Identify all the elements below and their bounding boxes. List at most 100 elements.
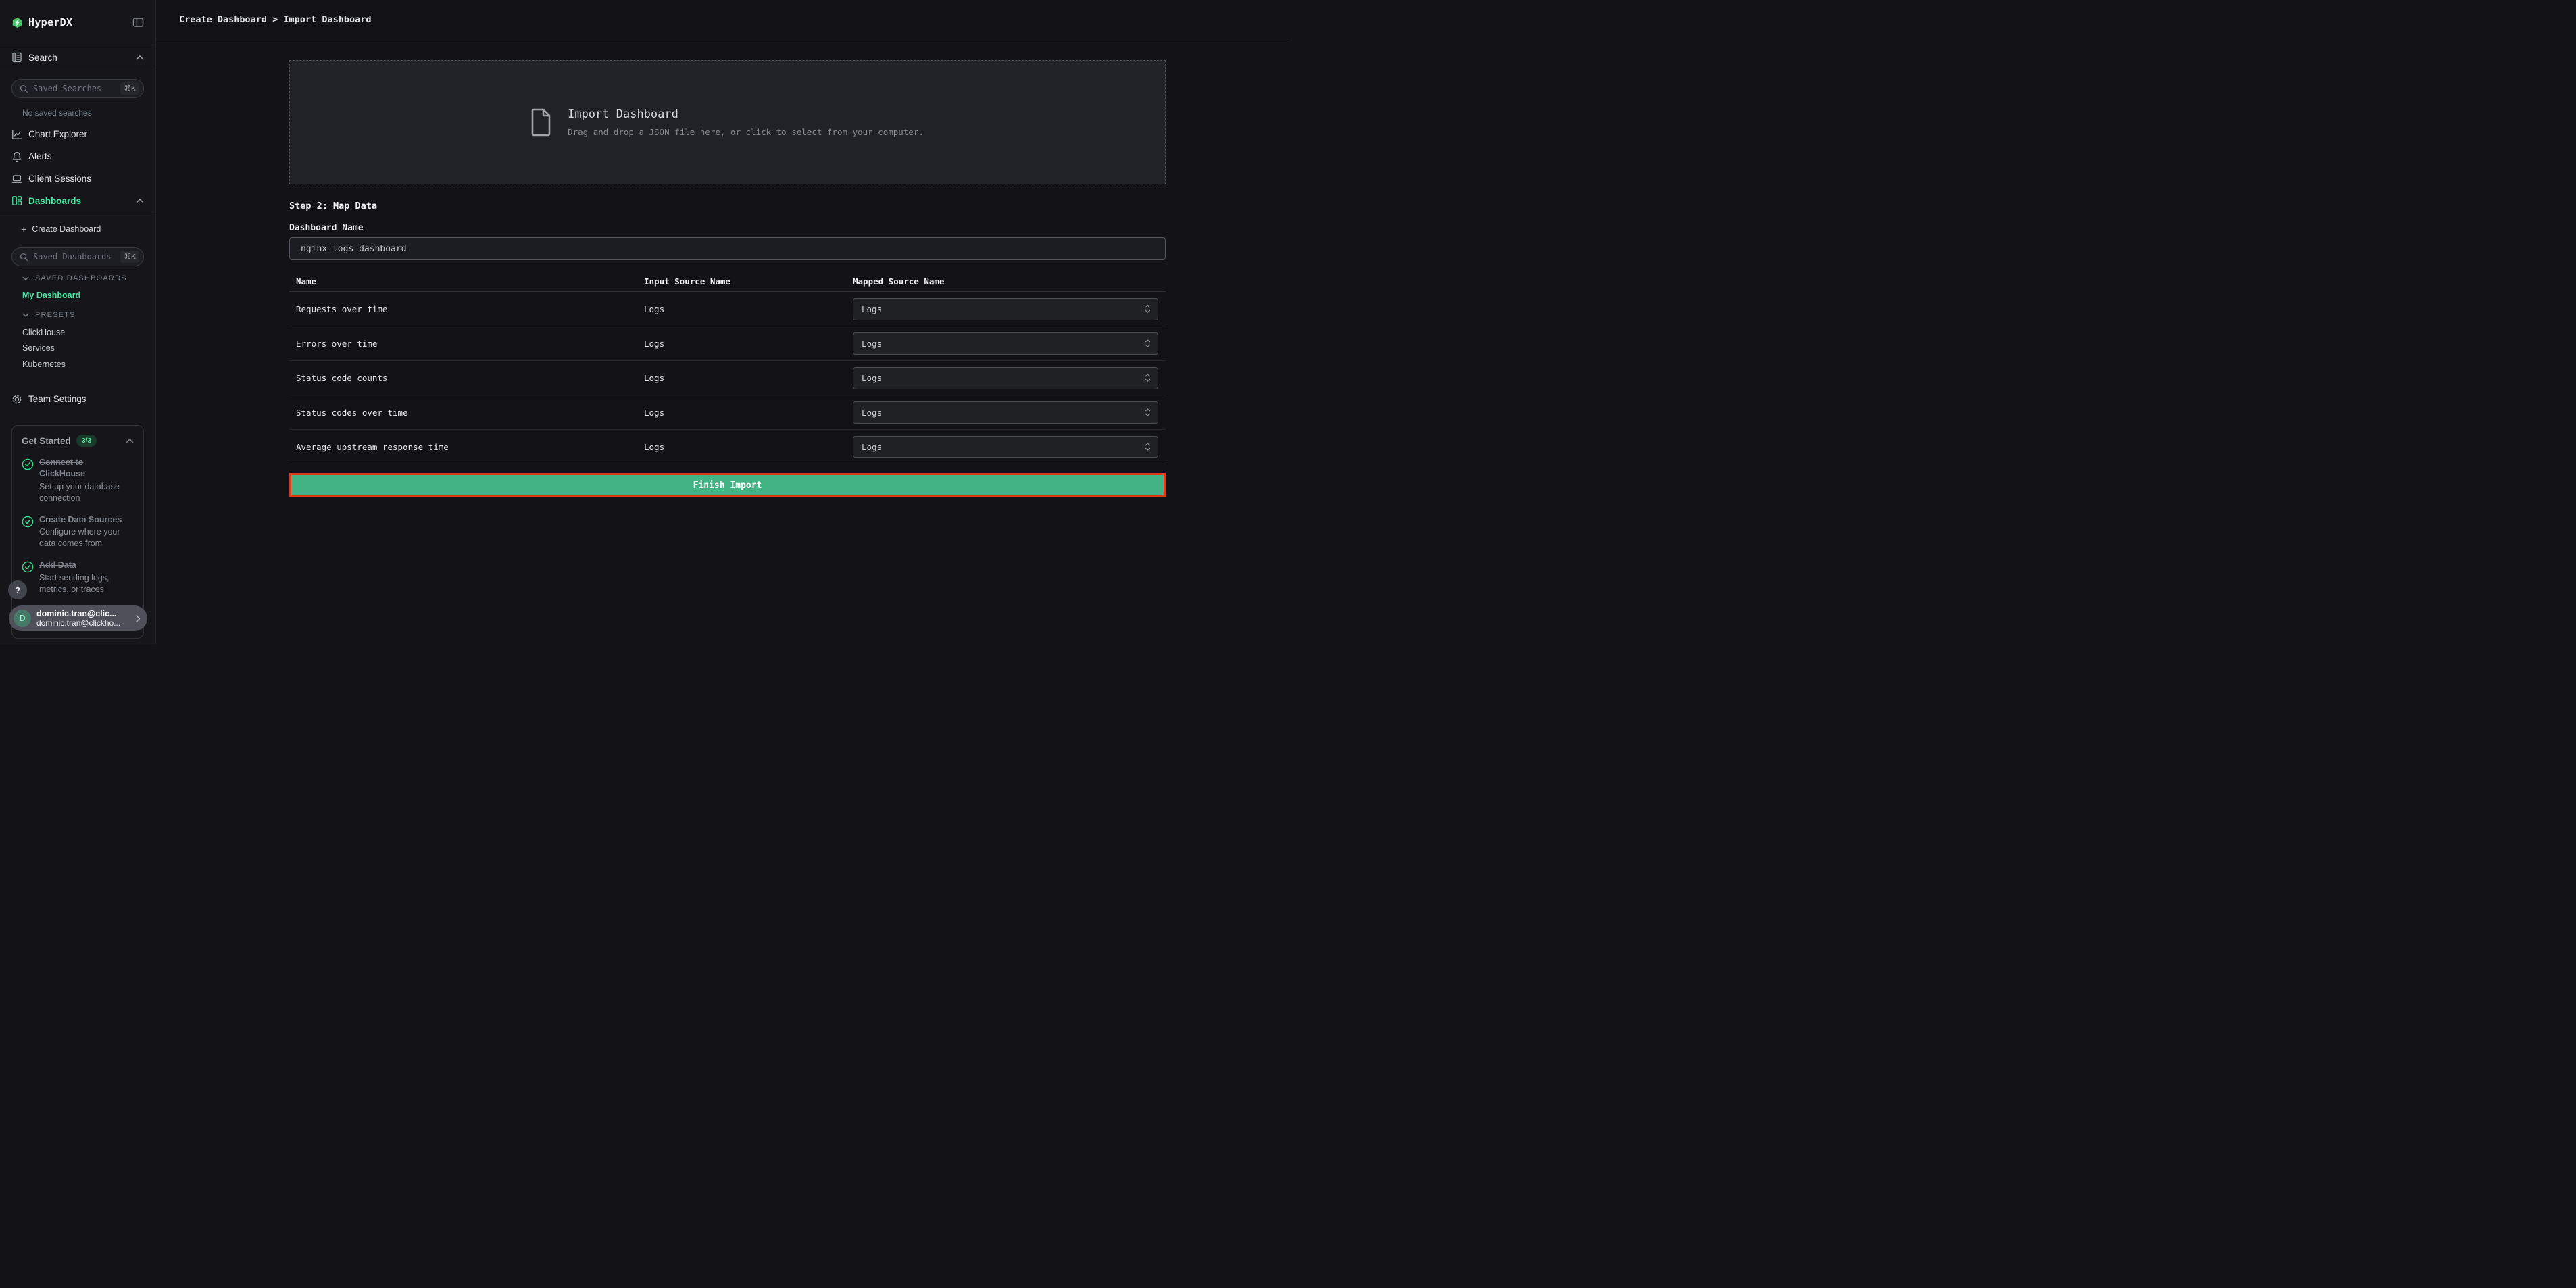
chart-name-cell: Requests over time: [289, 304, 644, 314]
select-chevrons-icon: [1145, 374, 1151, 382]
chart-name-cell: Average upstream response time: [289, 442, 644, 452]
mapped-source-select[interactable]: Logs: [853, 436, 1158, 458]
panel-collapse-icon: [132, 17, 144, 28]
mapped-source-select[interactable]: Logs: [853, 401, 1158, 424]
input-source-cell: Logs: [644, 407, 853, 418]
sidebar-item-client-sessions[interactable]: Client Sessions: [0, 168, 155, 190]
sidebar: HyperDX Search: [0, 0, 156, 644]
chart-line-icon: [11, 129, 22, 140]
create-dashboard-button[interactable]: + Create Dashboard: [0, 218, 155, 240]
preset-link-kubernetes[interactable]: Kubernetes: [22, 360, 66, 369]
sidebar-item-label: Alerts: [28, 151, 52, 162]
get-started-header[interactable]: Get Started 3/3: [22, 435, 134, 447]
plus-icon: +: [21, 224, 26, 234]
user-display-name: dominic.tran@clic...: [36, 609, 132, 618]
check-circle-icon: [22, 514, 39, 550]
get-started-item-add-data[interactable]: Add Data Start sending logs, metrics, or…: [22, 560, 134, 595]
chevron-down-icon: [22, 313, 29, 317]
sidebar-item-label: Client Sessions: [28, 174, 91, 184]
get-started-item-desc: Configure where your data comes from: [39, 526, 134, 549]
saved-dashboards-input[interactable]: [33, 252, 120, 262]
dashboard-name-label: Dashboard Name: [289, 223, 364, 233]
sidebar-section-search[interactable]: Search: [0, 45, 155, 70]
input-source-cell: Logs: [644, 442, 853, 452]
app-root: HyperDX Search: [0, 0, 1288, 644]
presets-group-header[interactable]: PRESETS: [22, 311, 76, 319]
saved-dashboards-group-header[interactable]: SAVED DASHBOARDS: [22, 274, 127, 282]
mapped-source-select[interactable]: Logs: [853, 367, 1158, 389]
sidebar-item-team-settings[interactable]: Team Settings: [0, 388, 155, 410]
get-started-item-desc: Start sending logs, metrics, or traces: [39, 572, 134, 595]
app-title: HyperDX: [28, 16, 72, 28]
column-header-name: Name: [289, 276, 644, 287]
select-value: Logs: [862, 339, 1145, 349]
user-email: dominic.tran@clickho...: [36, 618, 132, 628]
table-row: Errors over time Logs Logs: [289, 326, 1166, 361]
select-chevrons-icon: [1145, 443, 1151, 451]
main-header: Create Dashboard > Import Dashboard: [156, 0, 1288, 39]
mapped-source-select[interactable]: Logs: [853, 332, 1158, 355]
sidebar-section-search-label: Search: [28, 53, 57, 63]
column-header-mapped-source: Mapped Source Name: [853, 276, 1166, 287]
help-button[interactable]: ?: [8, 580, 27, 599]
breadcrumb: Create Dashboard > Import Dashboard: [179, 14, 371, 25]
dashboard-name-input[interactable]: [289, 237, 1166, 260]
group-label: PRESETS: [35, 311, 76, 319]
preset-link-clickhouse[interactable]: ClickHouse: [22, 328, 65, 337]
user-menu[interactable]: D dominic.tran@clic... dominic.tran@clic…: [9, 605, 147, 631]
input-source-cell: Logs: [644, 339, 853, 349]
get-started-item-title: Connect to ClickHouse: [39, 457, 97, 480]
input-source-cell: Logs: [644, 304, 853, 314]
get-started-item-title: Add Data: [39, 560, 134, 571]
file-icon: [531, 108, 551, 137]
table-row: Status codes over time Logs Logs: [289, 395, 1166, 430]
chart-name-cell: Status code counts: [289, 373, 644, 383]
avatar: D: [14, 610, 31, 627]
sidebar-item-chart-explorer[interactable]: Chart Explorer: [0, 123, 155, 145]
select-chevrons-icon: [1145, 305, 1151, 313]
sidebar-collapse-button[interactable]: [132, 17, 144, 28]
get-started-item-title: Create Data Sources: [39, 514, 134, 526]
chevron-up-icon: [136, 199, 144, 203]
table-header-row: Name Input Source Name Mapped Source Nam…: [289, 272, 1166, 292]
group-label: SAVED DASHBOARDS: [35, 274, 127, 282]
select-chevrons-icon: [1145, 339, 1151, 347]
step-label: Step 2: Map Data: [289, 201, 377, 212]
get-started-progress-badge: 3/3: [76, 435, 97, 447]
saved-searches-input[interactable]: [33, 84, 120, 93]
laptop-icon: [11, 174, 22, 184]
gear-icon: [11, 394, 22, 405]
hyperdx-logo-icon: [11, 17, 23, 28]
journal-icon: [11, 52, 22, 63]
select-value: Logs: [862, 442, 1145, 452]
dashboard-link-my-dashboard[interactable]: My Dashboard: [22, 291, 80, 300]
dropzone-subtitle: Drag and drop a JSON file here, or click…: [568, 127, 924, 137]
get-started-title: Get Started: [22, 436, 71, 446]
table-row: Status code counts Logs Logs: [289, 361, 1166, 395]
select-chevrons-icon: [1145, 408, 1151, 416]
column-header-input-source: Input Source Name: [644, 276, 853, 287]
sidebar-item-label: Team Settings: [28, 394, 86, 404]
shortcut-badge: ⌘K: [120, 82, 139, 95]
sidebar-item-alerts[interactable]: Alerts: [0, 145, 155, 168]
chart-name-cell: Status codes over time: [289, 407, 644, 418]
sidebar-item-dashboards[interactable]: Dashboards: [0, 190, 155, 212]
preset-link-services[interactable]: Services: [22, 343, 55, 353]
get-started-item-connect[interactable]: Connect to ClickHouse Set up your databa…: [22, 457, 134, 504]
finish-import-button[interactable]: Finish Import: [289, 473, 1166, 497]
chevron-up-icon: [136, 55, 144, 60]
get-started-item-sources[interactable]: Create Data Sources Configure where your…: [22, 514, 134, 550]
chevron-down-icon: [22, 276, 29, 280]
get-started-item-desc: Set up your database connection: [39, 481, 134, 504]
chevron-up-icon: [126, 439, 134, 443]
saved-searches-searchbox[interactable]: ⌘K: [11, 79, 144, 98]
saved-dashboards-searchbox[interactable]: ⌘K: [11, 247, 144, 266]
main-content: Create Dashboard > Import Dashboard Impo…: [156, 0, 1288, 644]
mapped-source-select[interactable]: Logs: [853, 298, 1158, 320]
no-saved-searches-text: No saved searches: [22, 108, 92, 118]
sidebar-item-label: Chart Explorer: [28, 129, 87, 139]
import-dashboard-dropzone[interactable]: Import Dashboard Drag and drop a JSON fi…: [289, 60, 1166, 184]
chart-name-cell: Errors over time: [289, 339, 644, 349]
search-icon: [20, 84, 28, 93]
table-row: Requests over time Logs Logs: [289, 292, 1166, 326]
